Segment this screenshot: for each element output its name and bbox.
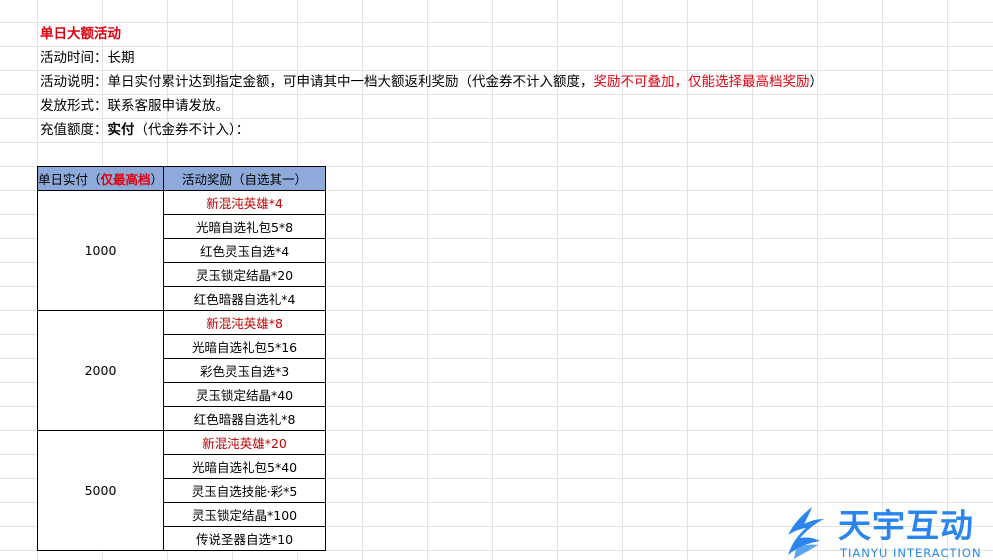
recharge-amount-row[interactable]: 充值额度：实付（代金券不计入）： [40,118,249,142]
header-amount-end: ） [150,172,164,187]
recharge-amount-note: （代金券不计入）： [134,122,250,138]
tianyu-wing-logo-icon [788,507,824,559]
reward-cell[interactable]: 灵玉自选技能·彩*5 [163,478,327,503]
header-amount-highlight: 仅最高档 [100,172,151,187]
logo-chinese-text: 天宇互动 [838,506,974,545]
header-amount-cell[interactable]: 单日实付（仅最高档） [36,166,165,191]
activity-description-row[interactable]: 活动说明：单日实付累计达到指定金额，可申请其中一档大额返利奖励（代金券不计入额度… [40,70,823,94]
activity-title[interactable]: 单日大额活动 [40,22,121,46]
activity-description-warning: 奖励不可叠加，仅能选择最高档奖励 [593,74,810,90]
reward-cell[interactable]: 新混沌英雄*8 [163,310,327,335]
reward-cell[interactable]: 新混沌英雄*4 [163,190,327,215]
logo-english-text: TIANYU INTERACTION [840,546,982,560]
reward-cell[interactable]: 灵玉锁定结晶*40 [163,382,327,407]
recharge-amount-label: 充值额度： [40,122,108,138]
reward-cell[interactable]: 光暗自选礼包5*40 [163,454,327,479]
activity-description-text: 单日实付累计达到指定金额，可申请其中一档大额返利奖励（代金券不计入额度， [107,74,594,90]
activity-time-label: 活动时间： [40,50,108,66]
reward-cell[interactable]: 光暗自选礼包5*16 [163,334,327,359]
table-row: 5000 新混沌英雄*20 [36,430,327,551]
table-row: 2000 新混沌英雄*8 [36,310,327,431]
activity-time-row[interactable]: 活动时间：长期 [40,46,135,70]
tier-amount-cell[interactable]: 1000 [36,190,165,311]
reward-cell[interactable]: 灵玉锁定结晶*20 [163,262,327,287]
activity-time-value: 长期 [107,50,135,66]
issue-method-row[interactable]: 发放形式：联系客服申请发放。 [40,94,229,118]
activity-description-end: ） [809,74,824,90]
activity-description-label: 活动说明： [40,74,108,90]
header-amount-text: 单日实付（ [38,172,101,187]
reward-cell[interactable]: 红色暗器自选礼*8 [163,406,327,431]
tier-amount-cell[interactable]: 5000 [36,430,165,551]
reward-cell[interactable]: 红色暗器自选礼*4 [163,286,327,311]
table-row: 1000 新混沌英雄*4 [36,190,327,311]
tier-amount-cell[interactable]: 2000 [36,310,165,431]
issue-method-value: 联系客服申请发放。 [107,98,230,114]
header-reward-cell[interactable]: 活动奖励（自选其一） [163,166,327,191]
reward-cell[interactable]: 光暗自选礼包5*8 [163,214,327,239]
reward-cell[interactable]: 新混沌英雄*20 [163,430,327,455]
reward-table: 单日实付（仅最高档） 活动奖励（自选其一） 1000 新混沌英雄*4 光暗自选礼… [36,166,327,551]
reward-cell[interactable]: 灵玉锁定结晶*100 [163,502,327,527]
issue-method-label: 发放形式： [40,98,108,114]
recharge-amount-bold: 实付 [107,122,135,138]
reward-cell[interactable]: 彩色灵玉自选*3 [163,358,327,383]
table-header-row: 单日实付（仅最高档） 活动奖励（自选其一） [36,166,327,191]
reward-cell[interactable]: 红色灵玉自选*4 [163,238,327,263]
reward-cell[interactable]: 传说圣器自选*10 [163,526,327,551]
tianyu-logo: 天宇互动 TIANYU INTERACTION [782,505,987,560]
